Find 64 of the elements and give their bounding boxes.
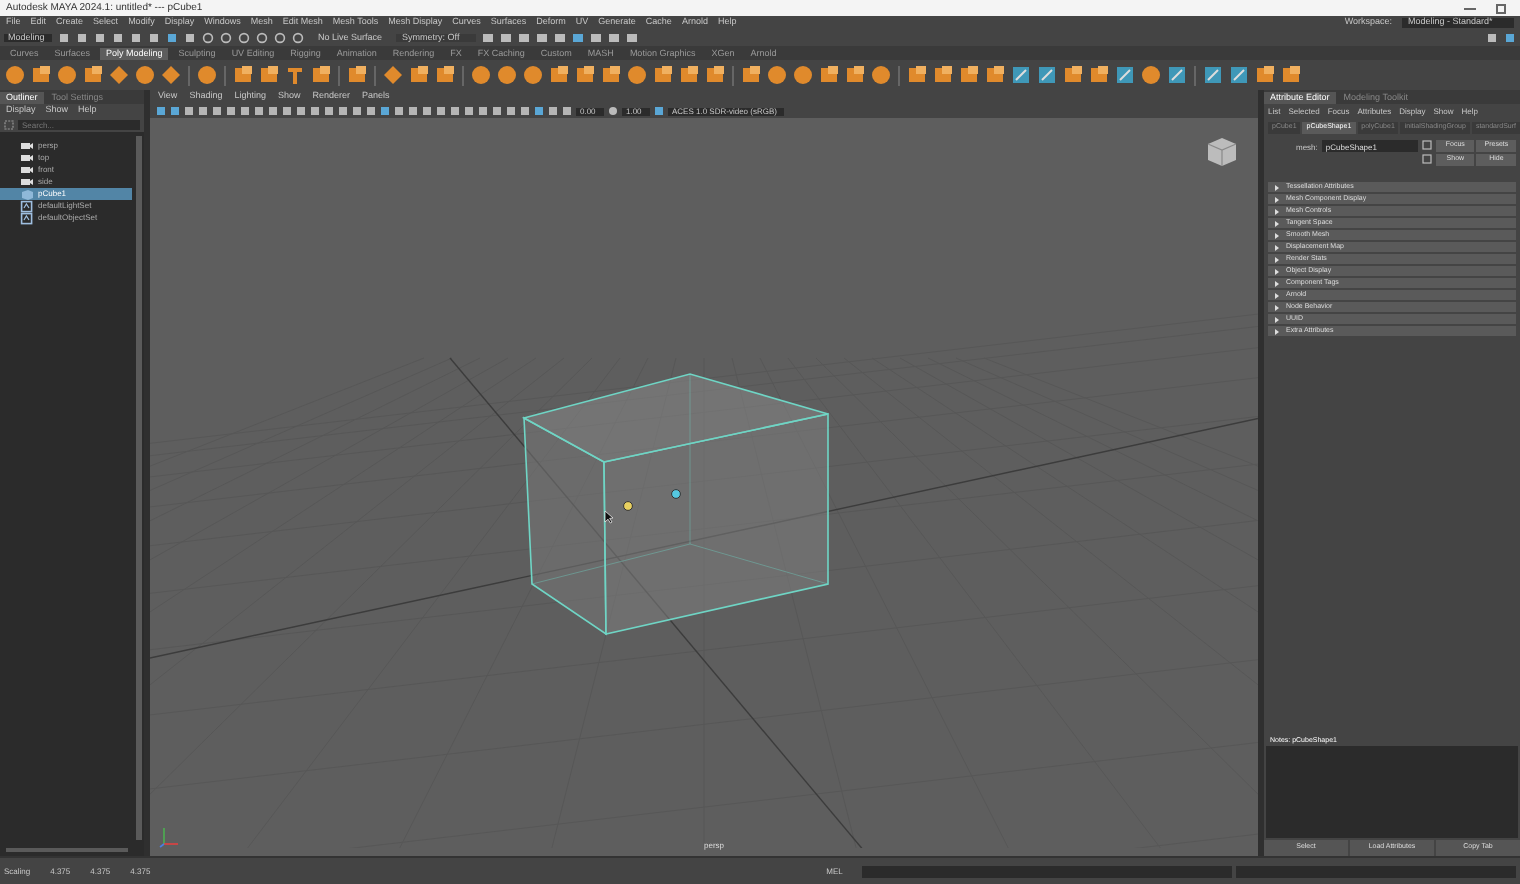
- maximize-icon[interactable]: [1496, 3, 1506, 13]
- uv-tool-icon[interactable]: [1166, 64, 1188, 86]
- cube-tool-icon[interactable]: [844, 64, 866, 86]
- uv-tool-icon[interactable]: [1036, 64, 1058, 86]
- cube-tool-icon[interactable]: [704, 64, 726, 86]
- sphere-tool-icon[interactable]: [1140, 64, 1162, 86]
- sphere-tool-icon[interactable]: [870, 64, 892, 86]
- cube-tool-icon[interactable]: [600, 64, 622, 86]
- cube-tool-icon[interactable]: [346, 64, 368, 86]
- sphere-tool-icon[interactable]: [522, 64, 544, 86]
- node-icon[interactable]: [1421, 140, 1432, 150]
- sphere-tool-icon[interactable]: [496, 64, 518, 86]
- cube-tool-icon[interactable]: [30, 64, 52, 86]
- cube-tool-icon[interactable]: [1088, 64, 1110, 86]
- exposure-icon[interactable]: [608, 106, 618, 116]
- uv-tool-icon[interactable]: [1114, 64, 1136, 86]
- uv-tool-icon[interactable]: [1228, 64, 1250, 86]
- sphere-tool-icon[interactable]: [196, 64, 218, 86]
- cube-tool-icon[interactable]: [984, 64, 1006, 86]
- cube-tool-icon[interactable]: [574, 64, 596, 86]
- mesh-icon: [20, 187, 34, 201]
- shape-tool-icon[interactable]: [382, 64, 404, 86]
- minimize-icon[interactable]: [1464, 7, 1476, 9]
- shape-tool-icon[interactable]: [108, 64, 130, 86]
- view-cube-icon[interactable]: [1204, 134, 1240, 170]
- cube-tool-icon[interactable]: [232, 64, 254, 86]
- cube-tool-icon[interactable]: [678, 64, 700, 86]
- cube-tool-icon[interactable]: [408, 64, 430, 86]
- cube-tool-icon[interactable]: [818, 64, 840, 86]
- cube-tool-icon[interactable]: [906, 64, 928, 86]
- cube-tool-icon[interactable]: [932, 64, 954, 86]
- cube-tool-icon[interactable]: [1280, 64, 1302, 86]
- sphere-tool-icon[interactable]: [4, 64, 26, 86]
- cube-tool-icon[interactable]: [1254, 64, 1276, 86]
- cube-tool-icon[interactable]: [652, 64, 674, 86]
- horizontal-scrollbar[interactable]: [6, 848, 128, 852]
- layout-icon[interactable]: [1486, 32, 1498, 44]
- color-management-icon[interactable]: [654, 106, 664, 116]
- node-icon[interactable]: [1421, 154, 1432, 164]
- cube-tool-icon[interactable]: [82, 64, 104, 86]
- cube-tool-icon[interactable]: [958, 64, 980, 86]
- cube-tool-icon[interactable]: [740, 64, 762, 86]
- uv-tool-icon[interactable]: [1010, 64, 1032, 86]
- command-input[interactable]: [862, 865, 1233, 877]
- sphere-tool-icon[interactable]: [56, 64, 78, 86]
- vertical-scrollbar[interactable]: [136, 136, 142, 840]
- cube-tool-icon[interactable]: [548, 64, 570, 86]
- sphere-tool-icon[interactable]: [626, 64, 648, 86]
- sphere-tool-icon[interactable]: [766, 64, 788, 86]
- sphere-tool-icon[interactable]: [792, 64, 814, 86]
- pivot-handle-icon[interactable]: [622, 500, 634, 512]
- axis-icon: [158, 824, 182, 848]
- cursor-icon: [604, 510, 614, 524]
- cube-tool-icon[interactable]: [258, 64, 280, 86]
- sphere-tool-icon[interactable]: [134, 64, 156, 86]
- text-tool-icon[interactable]: [284, 64, 306, 86]
- sphere-tool-icon[interactable]: [470, 64, 492, 86]
- panel-toggle-icon[interactable]: [1504, 32, 1516, 44]
- uv-tool-icon[interactable]: [1202, 64, 1224, 86]
- cube-tool-icon[interactable]: [434, 64, 456, 86]
- shape-tool-icon[interactable]: [160, 64, 182, 86]
- cube-tool-icon[interactable]: [310, 64, 332, 86]
- pivot-handle-icon[interactable]: [670, 488, 682, 500]
- cube-tool-icon[interactable]: [1062, 64, 1084, 86]
